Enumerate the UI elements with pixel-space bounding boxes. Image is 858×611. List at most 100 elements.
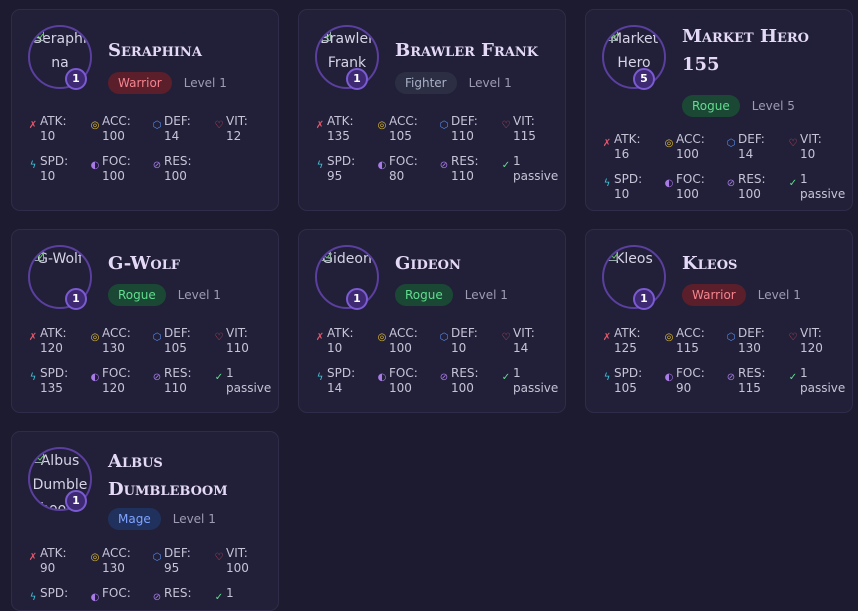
level-badge: 1 <box>65 288 87 310</box>
character-meta: Mage Level 1 <box>108 508 216 530</box>
stat-value: 100 <box>451 381 474 395</box>
stat-value: 100 <box>738 187 761 201</box>
lightning-icon: ϟ <box>29 592 37 603</box>
stat-acc: ◎ ACC: 130 <box>90 326 150 356</box>
stat-res: ⊘ RES: 115 <box>726 366 786 396</box>
focus-icon: ◐ <box>90 160 100 171</box>
stat-foc: ◐ FOC: 120 <box>90 366 150 396</box>
character-card[interactable]: G-Wolf 1 G-Wolf Rogue Level 1 ✗ ATK: 120 ◎ ACC: 13… <box>11 229 279 413</box>
stat-value: 100 <box>676 147 699 161</box>
swords-icon: ✗ <box>315 332 325 343</box>
class-badge: Mage <box>108 508 161 530</box>
stat-def: ⬡ DEF: 130 <box>726 326 786 356</box>
stat-value: 130 <box>102 561 125 575</box>
character-card[interactable]: Gideon 1 Gideon Rogue Level 1 ✗ ATK: 10 ◎ ACC: 100… <box>298 229 566 413</box>
check-icon: ✓ <box>501 372 511 383</box>
lightning-icon: ϟ <box>29 372 37 383</box>
resist-icon: ⊘ <box>726 372 736 383</box>
heart-icon: ♡ <box>214 332 224 343</box>
heart-icon: ♡ <box>214 552 224 563</box>
stat-value: 115 <box>738 381 761 395</box>
passive-stat: ✓ 1 passive <box>788 366 848 396</box>
stat-vit: ♡ VIT: 110 <box>214 326 274 356</box>
target-icon: ◎ <box>377 120 387 131</box>
stat-acc: ◎ ACC: 100 <box>664 132 724 162</box>
stat-value: 110 <box>451 169 474 183</box>
stat-def: ⬡ DEF: 14 <box>726 132 786 162</box>
class-badge: Rogue <box>108 284 166 306</box>
stat-value: 12 <box>226 129 242 143</box>
character-meta: Rogue Level 1 <box>395 284 508 306</box>
stat-acc: ◎ ACC: 105 <box>377 114 437 144</box>
stat-value: 115 <box>676 341 699 355</box>
stat-value: 110 <box>226 341 249 355</box>
character-card[interactable]: Seraphina 1 Seraphina Warrior Level 1 ✗ ATK: 10… <box>11 9 279 211</box>
stat-value: 135 <box>327 129 350 143</box>
stat-value: 100 <box>226 561 249 575</box>
broken-image-icon <box>34 31 44 41</box>
check-icon: ✓ <box>501 160 511 171</box>
stat-acc: ◎ ACC: 130 <box>90 546 150 576</box>
target-icon: ◎ <box>90 332 100 343</box>
lightning-icon: ϟ <box>29 160 37 171</box>
stat-value: 105 <box>164 341 187 355</box>
stat-value: 10 <box>614 187 630 201</box>
stat-value: 105 <box>389 129 412 143</box>
level-text: Level 1 <box>468 76 512 90</box>
heart-icon: ♡ <box>788 332 798 343</box>
stat-spd: ϟ SPD: 10 <box>602 172 662 202</box>
stat-res: ⊘ RES: 110 <box>152 366 212 396</box>
stat-res: ⊘ RES: 110 <box>439 154 499 184</box>
focus-icon: ◐ <box>664 178 674 189</box>
stat-res: ⊘ RES: <box>152 586 212 603</box>
broken-image-icon <box>34 251 44 261</box>
broken-image-icon <box>321 31 331 41</box>
stat-vit: ♡ VIT: 115 <box>501 114 561 144</box>
character-card[interactable]: Brawler Frank 1 Brawler Frank Fighter Level … <box>298 9 566 211</box>
stat-value: 10 <box>327 341 343 355</box>
shield-icon: ⬡ <box>726 138 736 149</box>
stat-foc: ◐ FOC: 90 <box>664 366 724 396</box>
character-card[interactable]: Kleos 1 Kleos Warrior Level 1 ✗ ATK: 125 ◎ ACC: 11… <box>585 229 853 413</box>
heart-icon: ♡ <box>501 332 511 343</box>
level-badge: 1 <box>65 68 87 90</box>
character-card[interactable]: Market Hero 5 Market Hero 155 Rogue Level 5 ✗… <box>585 9 853 211</box>
character-name: Albus Dumbleboom <box>108 451 228 500</box>
stat-vit: ♡ VIT: 100 <box>214 546 274 576</box>
stat-value: 100 <box>676 187 699 201</box>
level-text: Level 1 <box>172 512 216 526</box>
character-name: Market Hero 155 <box>682 26 810 75</box>
check-icon: ✓ <box>788 372 798 383</box>
level-text: Level 1 <box>183 76 227 90</box>
stat-spd: ϟ SPD: 135 <box>28 366 88 396</box>
shield-icon: ⬡ <box>152 552 162 563</box>
lightning-icon: ϟ <box>316 372 324 383</box>
swords-icon: ✗ <box>602 332 612 343</box>
stat-vit: ♡ VIT: 14 <box>501 326 561 356</box>
resist-icon: ⊘ <box>439 372 449 383</box>
shield-icon: ⬡ <box>152 332 162 343</box>
character-name: G-Wolf <box>108 253 181 274</box>
focus-icon: ◐ <box>377 160 387 171</box>
target-icon: ◎ <box>664 332 674 343</box>
stat-value: 16 <box>614 147 630 161</box>
focus-icon: ◐ <box>90 592 100 603</box>
check-icon: ✓ <box>214 372 224 383</box>
stat-value: 120 <box>800 341 823 355</box>
level-badge: 1 <box>65 490 87 512</box>
stat-value: 100 <box>164 169 187 183</box>
stat-value: 100 <box>102 169 125 183</box>
character-name: Seraphina <box>108 40 202 61</box>
stat-acc: ◎ ACC: 100 <box>377 326 437 356</box>
broken-image-icon <box>608 251 618 261</box>
stat-spd: ϟ SPD: <box>28 586 88 603</box>
character-name: Brawler Frank <box>395 40 539 61</box>
level-badge: 1 <box>633 288 655 310</box>
stat-value: 115 <box>513 129 536 143</box>
stat-spd: ϟ SPD: 95 <box>315 154 375 184</box>
character-card[interactable]: Albus Dumbleboom 1 Albus Dumbleboom Mage Lev… <box>11 431 279 611</box>
target-icon: ◎ <box>664 138 674 149</box>
resist-icon: ⊘ <box>152 372 162 383</box>
passive-stat: ✓ 1 passive <box>214 366 274 396</box>
resist-icon: ⊘ <box>439 160 449 171</box>
